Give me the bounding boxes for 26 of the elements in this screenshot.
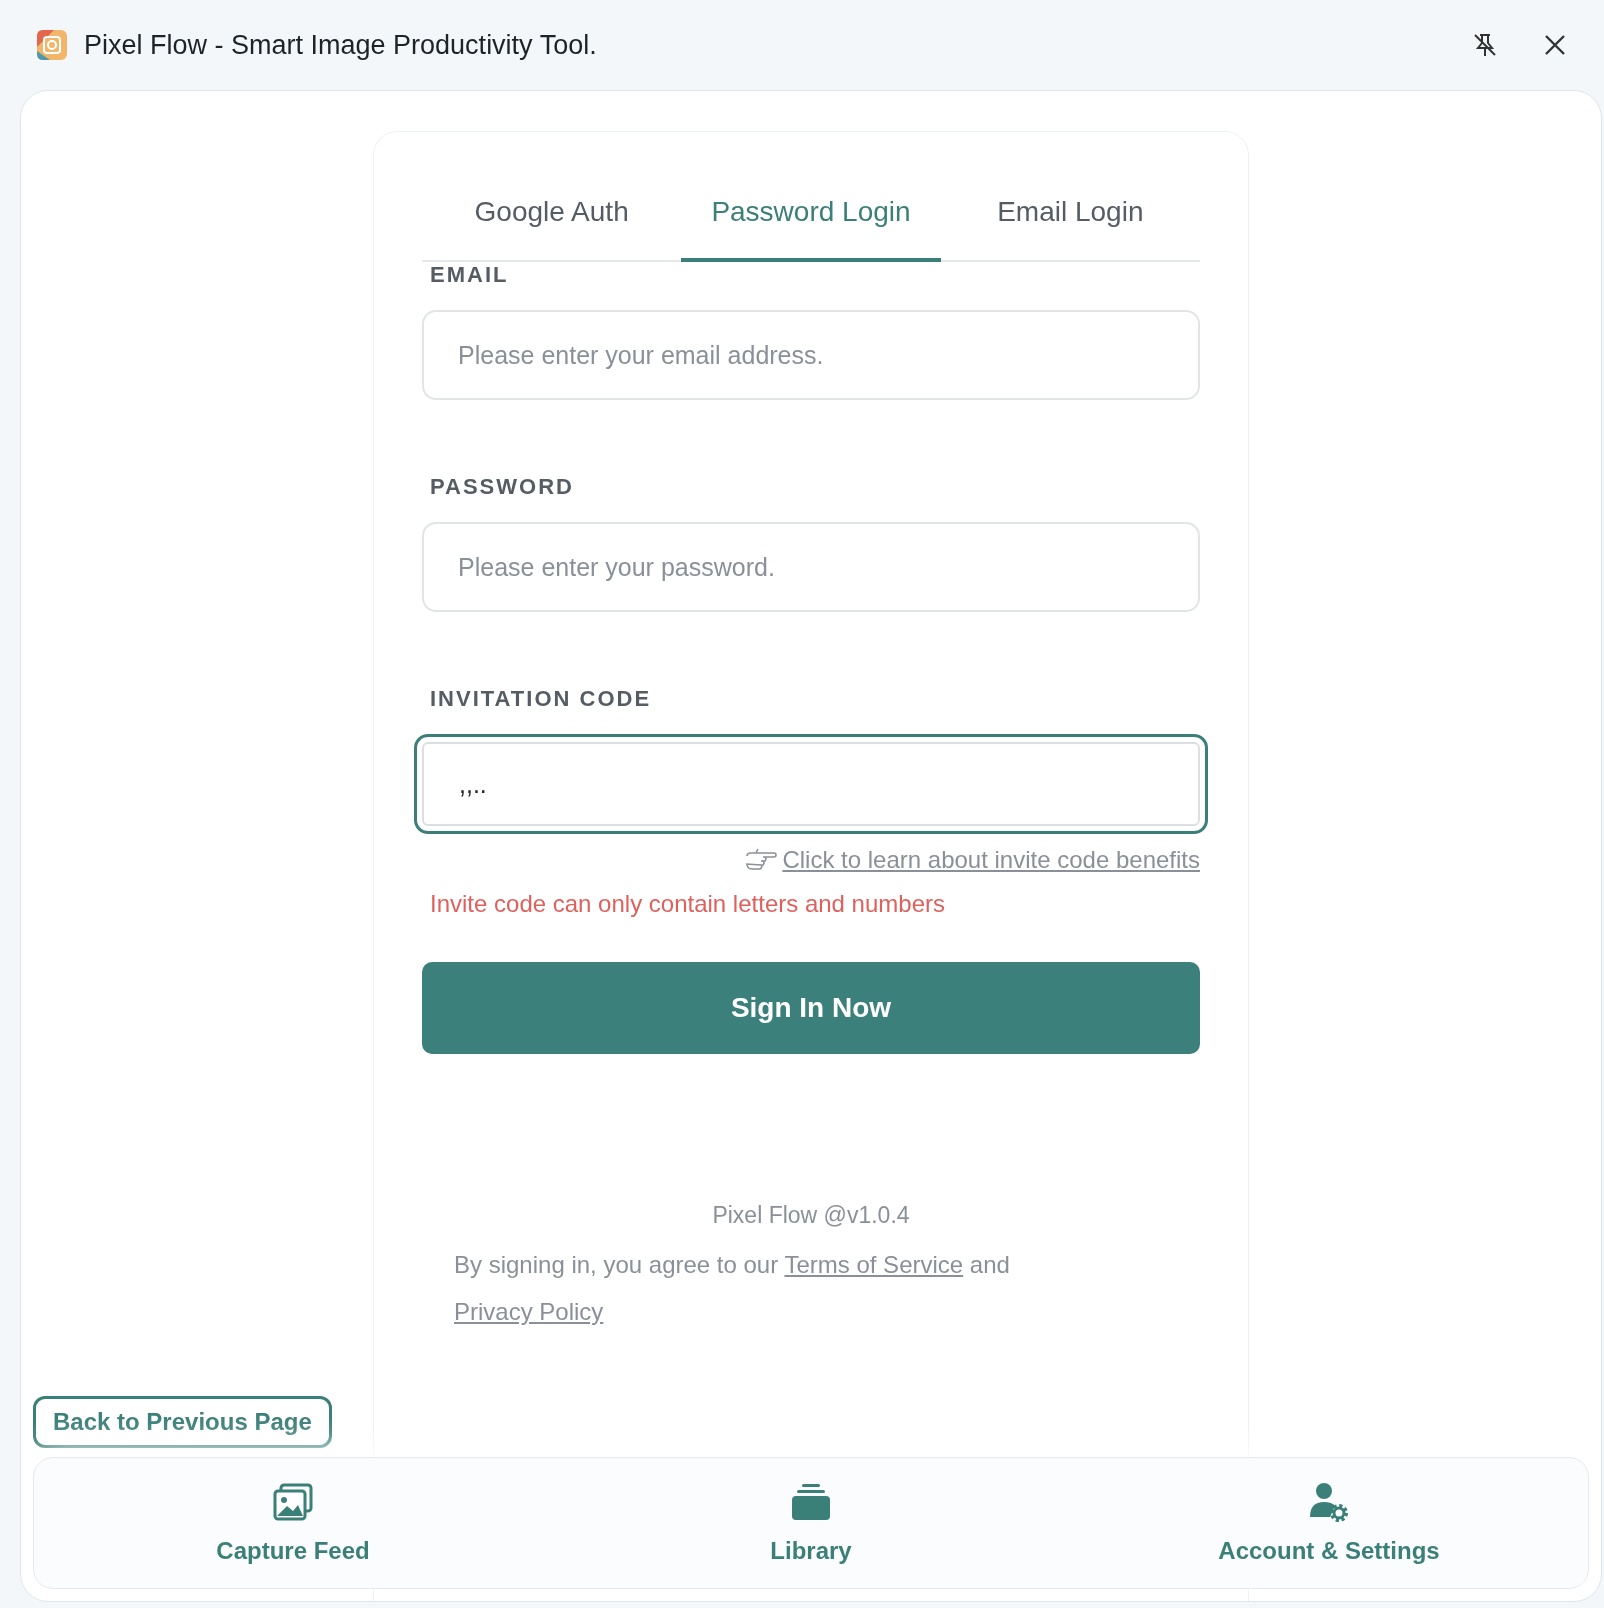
field-label: EMAIL <box>430 262 510 288</box>
input-field[interactable]: ,,.. <box>414 734 1208 834</box>
tab[interactable]: Google Auth <box>422 172 682 262</box>
nav-item[interactable]: Capture Feed <box>34 1458 552 1588</box>
field-label: INVITATION CODE <box>430 686 653 712</box>
images-icon <box>272 1481 314 1523</box>
unpin-icon[interactable] <box>1472 32 1498 58</box>
terms-link[interactable]: Terms of Service <box>784 1251 964 1278</box>
user-gear-icon <box>1308 1481 1350 1523</box>
sign-in-button[interactable]: Sign In Now <box>422 962 1200 1054</box>
tab[interactable]: Password Login <box>681 172 941 262</box>
app-logo-icon <box>36 29 68 61</box>
input-field[interactable]: Please enter your password. <box>422 522 1200 612</box>
version-text: Pixel Flow @v1.0.4 <box>711 1202 911 1229</box>
privacy-link[interactable]: Privacy Policy <box>454 1298 604 1325</box>
field-label: PASSWORD <box>430 474 575 500</box>
stack-icon <box>790 1481 832 1523</box>
tab[interactable]: Email Login <box>940 172 1200 262</box>
nav-item[interactable]: Account & Settings <box>1070 1458 1588 1588</box>
back-button[interactable]: Back to Previous Page <box>33 1396 332 1448</box>
agreement-text: By signing in, you agree to our Terms of Service and Privacy Policy <box>454 1250 1011 1327</box>
window-title: Pixel Flow - Smart Image Productivity Tool. <box>84 29 598 61</box>
error-message: Invite code can only contain letters and numbers <box>430 890 946 918</box>
input-field[interactable]: Please enter your email address. <box>422 310 1200 400</box>
nav-item[interactable]: Library <box>552 1458 1070 1588</box>
invite-benefits-link[interactable]: Click to learn about invite code benefits <box>782 846 1200 874</box>
